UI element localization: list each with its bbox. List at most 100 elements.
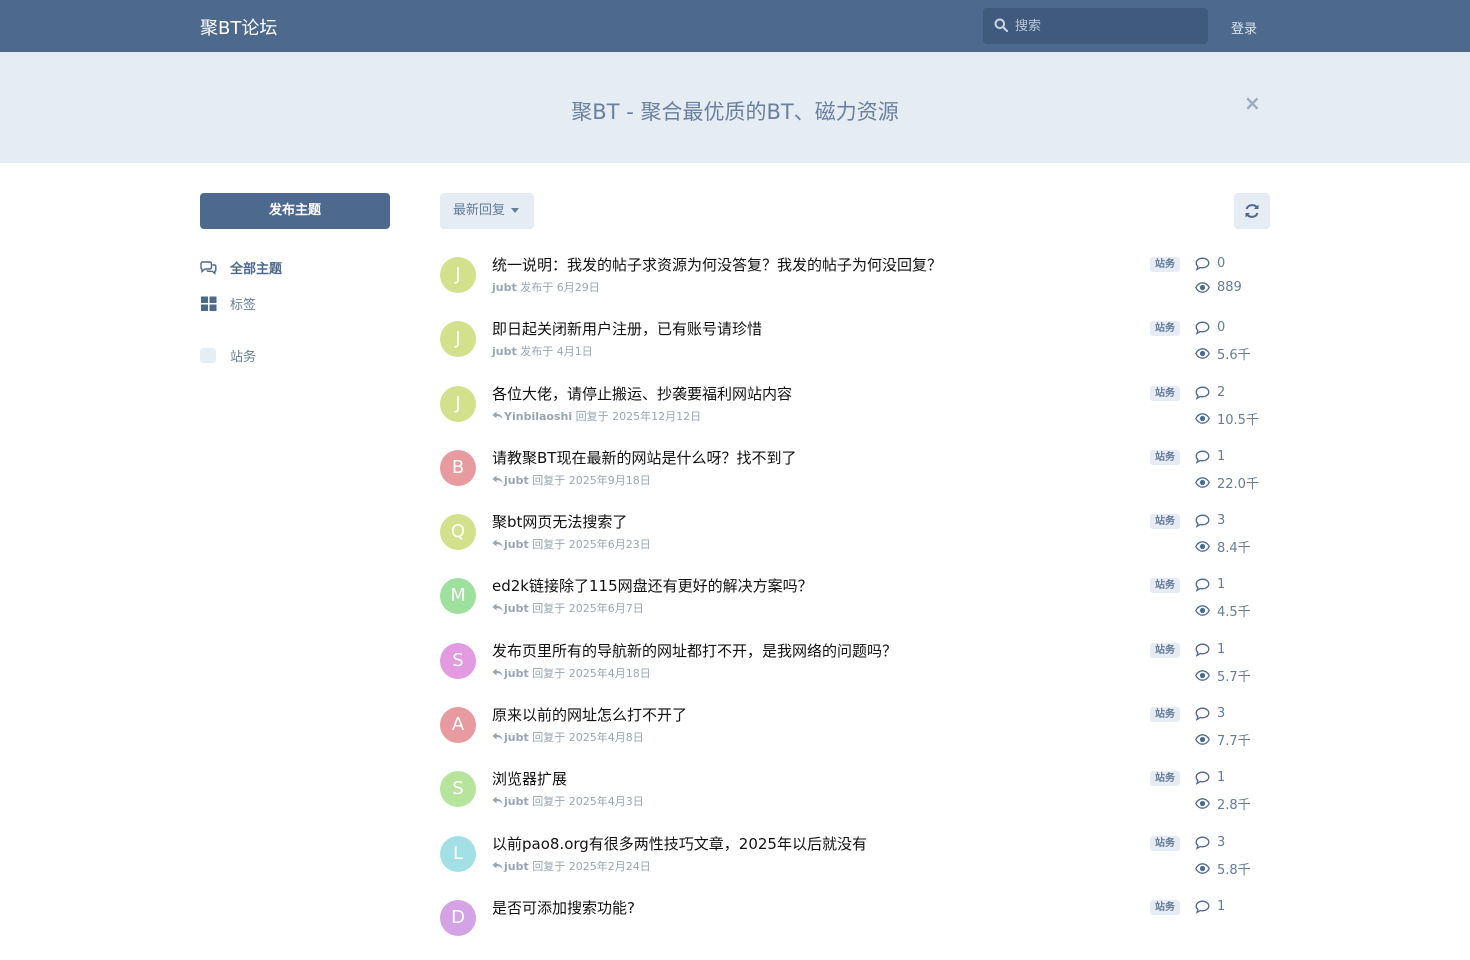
author-name[interactable]: jubt — [492, 345, 517, 358]
forum-brand[interactable]: 聚BT论坛 — [200, 14, 277, 40]
tag-badge[interactable]: 站务 — [1150, 257, 1180, 272]
discussion-row[interactable]: J 即日起关闭新用户注册，已有账号请珍惜 jubt 发布于 4月1日 站务 0 5.6千 — [440, 318, 1270, 381]
meta-date: 2025年6月7日 — [568, 602, 644, 615]
avatar[interactable]: M — [440, 578, 476, 614]
tag-badge[interactable]: 站务 — [1150, 321, 1180, 336]
login-link[interactable]: 登录 — [1231, 18, 1257, 37]
tag-badge[interactable]: 站务 — [1150, 643, 1180, 658]
search-box[interactable] — [983, 8, 1208, 44]
author-name[interactable]: jubt — [504, 667, 529, 680]
meta-action: 回复于 — [532, 731, 566, 744]
discussion-title[interactable]: 各位大佬，请停止搬运、抄袭要福利网站内容 — [492, 383, 792, 404]
author-name[interactable]: jubt — [504, 538, 529, 551]
author-name[interactable]: jubt — [504, 860, 529, 873]
search-input[interactable] — [1015, 8, 1200, 44]
avatar[interactable]: D — [440, 900, 476, 936]
tag-badge[interactable]: 站务 — [1150, 386, 1180, 401]
tag-badge[interactable]: 站务 — [1150, 578, 1180, 593]
reply-count-value: 2 — [1217, 385, 1226, 400]
close-icon[interactable]: × — [1244, 91, 1261, 115]
avatar[interactable]: L — [440, 836, 476, 872]
view-count: 889 — [1195, 280, 1242, 295]
discussion-title[interactable]: 即日起关闭新用户注册，已有账号请珍惜 — [492, 318, 762, 339]
discussion-meta: jubt 回复于 2025年6月23日 — [492, 536, 651, 552]
author-name[interactable]: jubt — [492, 281, 517, 294]
avatar[interactable]: Q — [440, 514, 476, 550]
discussion-row[interactable]: Med2k链接除了115网盘还有更好的解决方案吗？ jubt 回复于 2025年6… — [440, 575, 1270, 638]
view-count: 22.0千 — [1195, 473, 1259, 492]
reply-icon — [492, 861, 503, 870]
eye-icon — [1195, 605, 1210, 616]
author-name[interactable]: jubt — [504, 731, 529, 744]
discussion-row[interactable]: D 是否可添加搜索功能? 站务 1 — [440, 897, 1270, 960]
comment-icon — [1195, 257, 1210, 271]
avatar[interactable]: J — [440, 321, 476, 357]
avatar[interactable]: A — [440, 707, 476, 743]
view-count: 8.4千 — [1195, 537, 1251, 556]
discussion-row[interactable]: B 请教聚BT现在最新的网站是什么呀？找不到了 jubt 回复于 2025年9月18… — [440, 447, 1270, 510]
comment-icon — [1195, 321, 1210, 335]
view-count: 4.5千 — [1195, 601, 1251, 620]
author-name[interactable]: jubt — [504, 795, 529, 808]
discussion-title[interactable]: 浏览器扩展 — [492, 768, 567, 789]
meta-date: 4月1日 — [556, 345, 593, 358]
reply-icon — [492, 603, 503, 612]
tag-badge[interactable]: 站务 — [1150, 771, 1180, 786]
sort-dropdown[interactable]: 最新回复 — [440, 193, 534, 229]
author-name[interactable]: jubt — [504, 602, 529, 615]
tag-badge[interactable]: 站务 — [1150, 900, 1180, 915]
view-count-value: 22.0千 — [1217, 477, 1259, 492]
eye-icon — [1195, 863, 1210, 874]
reply-count-value: 1 — [1217, 577, 1226, 592]
author-name[interactable]: jubt — [504, 474, 529, 487]
reply-count-value: 1 — [1217, 449, 1226, 464]
discussion-meta: jubt 回复于 2025年9月18日 — [492, 472, 651, 488]
discussion-title[interactable]: 统一说明：我发的帖子求资源为何没答复？我发的帖子为何没回复？ — [492, 254, 942, 275]
meta-date: 2025年4月8日 — [568, 731, 644, 744]
sidebar-item-site-affairs[interactable]: 站务 — [200, 345, 256, 365]
meta-date: 2025年6月23日 — [568, 538, 651, 551]
reply-count-value: 1 — [1217, 899, 1226, 914]
meta-action: 回复于 — [532, 538, 566, 551]
tag-badge[interactable]: 站务 — [1150, 450, 1180, 465]
discussion-row[interactable]: L 以前pao8.org有很多两性技巧文章，2025年以后就没有 jubt 回复于 … — [440, 833, 1270, 896]
sidebar-item-all-discussions[interactable]: 全部主题 — [200, 257, 282, 277]
discussion-meta: jubt 回复于 2025年2月24日 — [492, 858, 651, 874]
discussion-title[interactable]: ed2k链接除了115网盘还有更好的解决方案吗？ — [492, 575, 813, 596]
avatar[interactable]: S — [440, 771, 476, 807]
view-count: 2.8千 — [1195, 794, 1251, 813]
discussion-title[interactable]: 请教聚BT现在最新的网站是什么呀？找不到了 — [492, 447, 796, 468]
comment-icon — [1195, 386, 1210, 400]
sidebar-item-tags[interactable]: 标签 — [200, 293, 256, 313]
avatar[interactable]: S — [440, 643, 476, 679]
discussion-title[interactable]: 原来以前的网址怎么打不开了 — [492, 704, 687, 725]
tag-badge[interactable]: 站务 — [1150, 514, 1180, 529]
start-discussion-button[interactable]: 发布主题 — [200, 193, 390, 229]
reply-count: 0 — [1195, 320, 1225, 335]
avatar[interactable]: B — [440, 450, 476, 486]
eye-icon — [1195, 670, 1210, 681]
discussion-title[interactable]: 聚bt网页无法搜索了 — [492, 511, 627, 532]
avatar[interactable]: J — [440, 386, 476, 422]
meta-action: 回复于 — [532, 860, 566, 873]
reply-count-value: 3 — [1217, 513, 1226, 528]
discussion-row[interactable]: A 原来以前的网址怎么打不开了 jubt 回复于 2025年4月8日 站务 3 7.7千 — [440, 704, 1270, 767]
reply-count: 1 — [1195, 449, 1225, 464]
avatar[interactable]: J — [440, 257, 476, 293]
tag-badge[interactable]: 站务 — [1150, 836, 1180, 851]
discussion-row[interactable]: J 各位大佬，请停止搬运、抄袭要福利网站内容 Yinbilaoshi 回复于 202… — [440, 383, 1270, 446]
discussion-title[interactable]: 发布页里所有的导航新的网址都打不开，是我网络的问题吗？ — [492, 640, 897, 661]
discussion-row[interactable]: Q 聚bt网页无法搜索了 jubt 回复于 2025年6月23日 站务 3 8.4千 — [440, 511, 1270, 574]
refresh-button[interactable] — [1234, 193, 1270, 229]
discussion-title[interactable]: 是否可添加搜索功能? — [492, 897, 635, 918]
eye-icon — [1195, 348, 1210, 359]
comment-icon — [1195, 707, 1210, 721]
discussion-row[interactable]: J 统一说明：我发的帖子求资源为何没答复？我发的帖子为何没回复？ jubt 发布于 … — [440, 254, 1270, 317]
discussion-title[interactable]: 以前pao8.org有很多两性技巧文章，2025年以后就没有 — [492, 833, 867, 854]
author-name[interactable]: Yinbilaoshi — [504, 410, 572, 423]
discussion-meta: jubt 发布于 4月1日 — [492, 343, 593, 359]
tag-badge[interactable]: 站务 — [1150, 707, 1180, 722]
discussion-row[interactable]: S 浏览器扩展 jubt 回复于 2025年4月3日 站务 1 2.8千 — [440, 768, 1270, 831]
discussion-row[interactable]: S 发布页里所有的导航新的网址都打不开，是我网络的问题吗？ jubt 回复于 202… — [440, 640, 1270, 703]
meta-date: 6月29日 — [556, 281, 600, 294]
